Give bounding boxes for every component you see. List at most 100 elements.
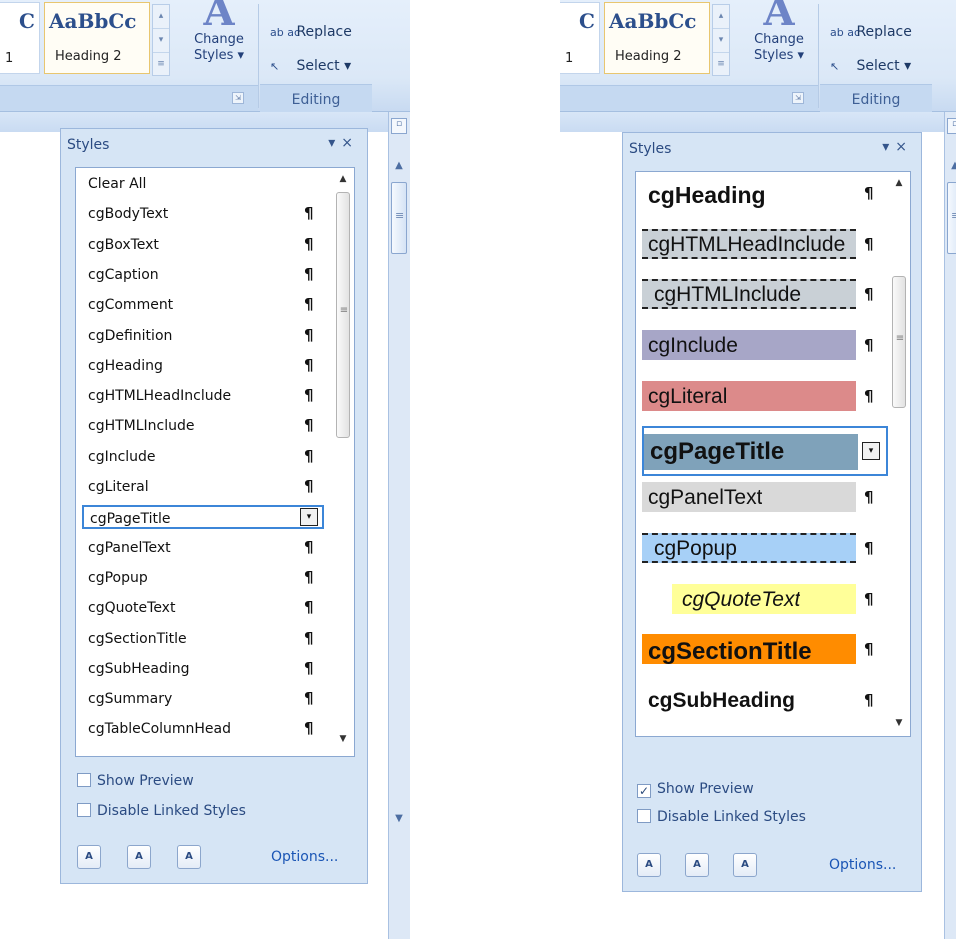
select-button[interactable]: ↖ Select ▾	[270, 58, 351, 80]
style-list-item[interactable]: cgPopup ¶	[82, 566, 324, 590]
style-list-item[interactable]: cgBoxText ¶	[82, 233, 324, 257]
show-preview-box[interactable]: ✓	[637, 784, 651, 798]
list-scroll-up-icon[interactable]: ▲	[890, 174, 908, 192]
replace-button[interactable]: ab ac Replace	[830, 24, 912, 46]
ruler-toggle-icon[interactable]: ▫	[391, 118, 407, 134]
disable-linked-box[interactable]	[77, 803, 91, 817]
gallery-scroll[interactable]: ▴ ▾ ≡	[152, 4, 170, 76]
style-list-item[interactable]: cgDefinition ¶	[82, 324, 324, 348]
styles-list[interactable]: cgHeading ¶ cgHTMLHeadInclude ¶ cgHTMLInclud…	[635, 171, 911, 737]
scroll-up-icon[interactable]: ▲	[391, 160, 407, 176]
styles-launcher-icon[interactable]: ⇲	[232, 92, 244, 104]
gallery-up-icon[interactable]: ▴	[713, 5, 729, 29]
style-quick-sample: AaBbCc	[49, 9, 137, 33]
pane-close-icon[interactable]: ×	[895, 139, 913, 155]
options-link[interactable]: Options...	[829, 857, 896, 873]
pane-close-icon[interactable]: ×	[341, 135, 359, 151]
list-scrollbar[interactable]: ▲ ≡ ▼	[890, 174, 908, 734]
styles-pane-controls[interactable]: ▾×	[882, 139, 913, 155]
list-scroll-down-icon[interactable]: ▼	[890, 714, 908, 732]
gallery-more-icon[interactable]: ≡	[713, 53, 729, 77]
style-name: cgInclude	[648, 334, 738, 358]
style-preview-item[interactable]: cgPanelText ¶	[642, 480, 888, 514]
style-dropdown-icon[interactable]: ▾	[300, 508, 318, 527]
pane-menu-icon[interactable]: ▾	[882, 139, 895, 155]
disable-linked-label: Disable Linked Styles	[657, 809, 806, 825]
style-quick-prev[interactable]: C 1	[560, 2, 600, 74]
manage-styles-button[interactable]: A	[177, 845, 201, 869]
style-list-item[interactable]: cgHTMLHeadInclude ¶	[82, 384, 324, 408]
list-scroll-thumb[interactable]: ≡	[336, 192, 350, 438]
disable-linked-box[interactable]	[637, 809, 651, 823]
gallery-more-icon[interactable]: ≡	[153, 53, 169, 77]
gallery-down-icon[interactable]: ▾	[713, 29, 729, 53]
paragraph-style-icon: ¶	[304, 416, 314, 435]
list-scroll-up-icon[interactable]: ▲	[334, 170, 352, 188]
gallery-down-icon[interactable]: ▾	[153, 29, 169, 53]
style-inspector-button[interactable]: A	[685, 853, 709, 877]
scroll-thumb[interactable]	[947, 182, 956, 254]
style-preview-item[interactable]: cgHTMLInclude ¶	[642, 277, 888, 311]
style-list-item[interactable]: cgSectionTitle ¶	[82, 627, 324, 651]
style-inspector-button[interactable]: A	[127, 845, 151, 869]
ruler-toggle-icon[interactable]: ▫	[947, 118, 956, 134]
style-preview-item[interactable]: cgHeading ¶	[642, 176, 888, 210]
show-preview-box[interactable]	[77, 773, 91, 787]
style-list-item[interactable]: cgQuoteText ¶	[82, 596, 324, 620]
list-scroll-thumb[interactable]: ≡	[892, 276, 906, 408]
scroll-thumb[interactable]	[391, 182, 407, 254]
style-list-item[interactable]: cgLiteral ¶	[82, 475, 324, 499]
style-preview-item[interactable]: cgPageTitle ▾	[642, 425, 888, 476]
show-preview-checkbox[interactable]: Show Preview	[77, 773, 194, 789]
document-scrollbar[interactable]: ▫ ▲	[944, 112, 956, 939]
style-list-item[interactable]: cgComment ¶	[82, 293, 324, 317]
document-scrollbar[interactable]: ▫ ▲ ▼	[388, 112, 410, 939]
new-style-button[interactable]: A	[637, 853, 661, 877]
style-quick-heading2[interactable]: AaBbCc Heading 2	[44, 2, 150, 74]
show-preview-label: Show Preview	[657, 781, 754, 797]
scroll-down-icon[interactable]: ▼	[391, 813, 407, 829]
select-button[interactable]: ↖ Select ▾	[830, 58, 911, 80]
style-preview-item[interactable]: cgPopup ¶	[642, 531, 888, 565]
new-style-button[interactable]: A	[77, 845, 101, 869]
pane-menu-icon[interactable]: ▾	[328, 135, 341, 151]
style-quick-heading2[interactable]: AaBbCc Heading 2	[604, 2, 710, 74]
style-preview-item[interactable]: cgQuoteText ¶	[642, 582, 888, 616]
style-list-item[interactable]: cgPanelText ¶	[82, 536, 324, 560]
style-list-item[interactable]: cgTableColumnHead ¶	[82, 717, 324, 741]
style-list-item[interactable]: cgInclude ¶	[82, 445, 324, 469]
style-preview-item[interactable]: cgSectionTitle ¶	[642, 632, 888, 666]
scroll-up-icon[interactable]: ▲	[947, 160, 956, 176]
gallery-up-icon[interactable]: ▴	[153, 5, 169, 29]
style-preview-item[interactable]: cgInclude ¶	[642, 328, 888, 362]
list-scroll-down-icon[interactable]: ▼	[334, 730, 352, 748]
disable-linked-checkbox[interactable]: Disable Linked Styles	[77, 803, 246, 819]
style-list-item[interactable]: cgBodyText ¶	[82, 202, 324, 226]
style-quick-prev[interactable]: C 1	[0, 2, 40, 74]
styles-launcher-icon[interactable]: ⇲	[792, 92, 804, 104]
options-link[interactable]: Options...	[271, 849, 338, 865]
styles-group-footer	[560, 85, 818, 111]
list-scrollbar[interactable]: ▲ ≡ ▼	[334, 170, 352, 754]
style-preview-item[interactable]: cgHTMLHeadInclude ¶	[642, 227, 888, 261]
show-preview-checkbox[interactable]: ✓ Show Preview	[637, 781, 754, 798]
style-list-item[interactable]: cgCaption ¶	[82, 263, 324, 287]
change-styles-button[interactable]: A Change Styles ▾	[740, 0, 818, 82]
styles-pane-controls[interactable]: ▾×	[328, 135, 359, 151]
style-list-item[interactable]: cgHeading ¶	[82, 354, 324, 378]
style-list-item[interactable]: cgPageTitle ▾	[82, 505, 324, 530]
replace-button[interactable]: ab ac Replace	[270, 24, 352, 46]
styles-list[interactable]: Clear All cgBodyText ¶ cgBoxText ¶ cgCaption ¶…	[75, 167, 355, 757]
style-list-item[interactable]: cgSubHeading ¶	[82, 657, 324, 681]
style-preview-item[interactable]: cgSubHeading ¶	[642, 683, 888, 717]
style-preview-item[interactable]: cgLiteral ¶	[642, 379, 888, 413]
disable-linked-checkbox[interactable]: Disable Linked Styles	[637, 809, 806, 825]
style-dropdown-icon[interactable]: ▾	[862, 441, 880, 460]
style-list-item[interactable]: cgHTMLInclude ¶	[82, 414, 324, 438]
gallery-scroll[interactable]: ▴ ▾ ≡	[712, 4, 730, 76]
change-styles-button[interactable]: A Change Styles ▾	[180, 0, 258, 82]
style-list-item[interactable]: Clear All	[82, 172, 324, 196]
style-list-item[interactable]: cgSummary ¶	[82, 687, 324, 711]
manage-styles-button[interactable]: A	[733, 853, 757, 877]
paragraph-style-icon: ¶	[304, 658, 314, 677]
